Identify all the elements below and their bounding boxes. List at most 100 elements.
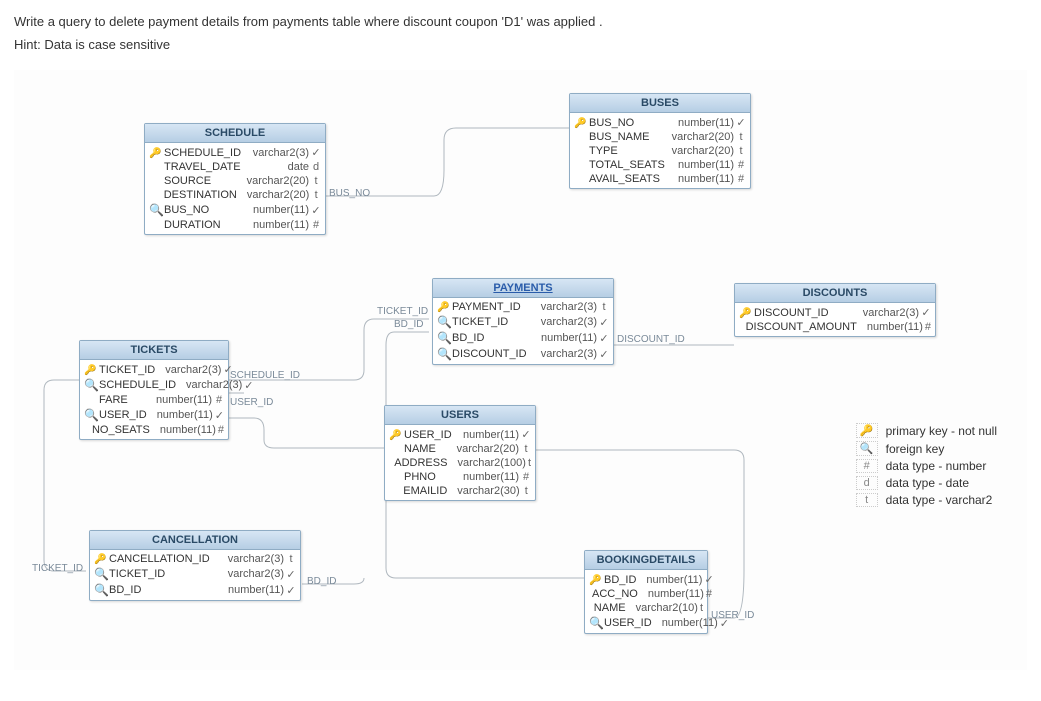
column-type: varchar2(20) (237, 189, 309, 201)
column-type: number(11) (668, 159, 734, 171)
legend-fk: foreign key (886, 442, 945, 456)
table-row: DISCOUNT_AMOUNTnumber(11)# (735, 320, 935, 334)
table-row: DURATIONnumber(11)# (145, 218, 325, 232)
table-row: SOURCEvarchar2(20)t (145, 174, 325, 188)
table-rows: 🔑SCHEDULE_IDvarchar2(3)✓TRAVEL_DATE dated… (145, 143, 325, 234)
column-flag: ✓ (311, 146, 321, 159)
table-row: 🔑DISCOUNT_IDvarchar2(3)✓ (735, 305, 935, 320)
column-flag: ✓ (599, 332, 609, 345)
table-rows: 🔑TICKET_IDvarchar2(3)✓🔍SCHEDULE_IDvarcha… (80, 360, 228, 439)
table-rows: 🔑BUS_NOnumber(11)✓BUS_NAMEvarchar2(20)tT… (570, 113, 750, 188)
column-name: USER_ID (404, 429, 452, 441)
column-type: number(11) (147, 409, 213, 421)
table-bookingdetails: BOOKINGDETAILS 🔑BD_IDnumber(11)✓ACC_NOnu… (584, 550, 708, 634)
column-type: varchar2(20) (662, 145, 734, 157)
table-rows: 🔑BD_IDnumber(11)✓ACC_NOnumber(11)#NAMEva… (585, 570, 707, 633)
key-icon: 🔑 (589, 574, 601, 586)
column-type: number(11) (146, 394, 212, 406)
column-type: number(11) (638, 588, 704, 600)
table-row: DESTINATIONvarchar2(20)t (145, 188, 325, 202)
table-rows: 🔑PAYMENT_ID varchar2(3)t🔍TICKET_IDvarchar… (433, 298, 613, 364)
column-flag: ✓ (311, 204, 321, 217)
table-header: BUSES (570, 94, 750, 113)
legend-date: data type - date (886, 476, 969, 490)
legend: 🔑primary key - not null 🔍foreign key #da… (856, 420, 997, 510)
column-name: BD_ID (604, 574, 636, 586)
column-type: varchar2(100) (447, 457, 525, 469)
column-flag: d (311, 161, 321, 173)
column-name: USER_ID (604, 617, 652, 629)
column-flag: ✓ (921, 306, 931, 319)
table-payments: PAYMENTS 🔑PAYMENT_ID varchar2(3)t🔍TICKET_… (432, 278, 614, 365)
column-flag: ✓ (599, 316, 609, 329)
table-row: TRAVEL_DATE dated (145, 160, 325, 174)
column-type: varchar2(3) (155, 364, 221, 376)
table-tickets: TICKETS 🔑TICKET_IDvarchar2(3)✓🔍SCHEDULE_… (79, 340, 229, 440)
column-name: NAME (404, 443, 436, 455)
table-header: USERS (385, 406, 535, 425)
table-row: 🔑USER_IDnumber(11)✓ (385, 427, 535, 442)
column-type: date (278, 161, 309, 173)
key-icon: 🔑 (94, 553, 106, 565)
column-flag: # (214, 394, 224, 406)
column-type: varchar2(20) (662, 131, 734, 143)
column-type: number(11) (218, 584, 284, 596)
column-type: varchar2(3) (243, 147, 309, 159)
column-flag: t (599, 301, 609, 313)
column-name: PAYMENT_ID (452, 301, 521, 313)
key-icon: 🔑 (437, 301, 449, 313)
magnifier-icon: 🔍 (437, 331, 449, 345)
column-name: BD_ID (109, 584, 141, 596)
column-type: varchar2(10) (626, 602, 698, 614)
column-type: number(11) (668, 173, 734, 185)
table-row: 🔑CANCELLATION_IDvarchar2(3)t (90, 552, 300, 566)
column-name: NO_SEATS (92, 424, 150, 436)
table-rows: 🔑USER_IDnumber(11)✓NAMEvarchar2(20)tADDR… (385, 425, 535, 500)
magnifier-icon: 🔍 (84, 378, 96, 392)
connector-label-bd-id-c: BD_ID (307, 576, 336, 587)
key-icon: 🔑 (149, 147, 161, 159)
column-type: number(11) (636, 574, 702, 586)
column-name: DESTINATION (164, 189, 237, 201)
column-type: number(11) (243, 204, 309, 216)
magnifier-icon: 🔍 (94, 567, 106, 581)
column-flag: # (311, 219, 321, 231)
connector-label-user-id: USER_ID (230, 397, 273, 408)
table-row: 🔍DISCOUNT_IDvarchar2(3)✓ (433, 346, 613, 362)
column-name: ACC_NO (592, 588, 638, 600)
table-row: ADDRESSvarchar2(100)t (385, 456, 535, 470)
table-row: 🔑PAYMENT_ID varchar2(3)t (433, 300, 613, 314)
table-row: FAREnumber(11)# (80, 393, 228, 407)
connector-label-discount-id: DISCOUNT_ID (617, 334, 685, 345)
column-name: TRAVEL_DATE (164, 161, 241, 173)
column-name: TYPE (589, 145, 618, 157)
table-discounts: DISCOUNTS 🔑DISCOUNT_IDvarchar2(3)✓DISCOU… (734, 283, 936, 337)
column-type: varchar2(3) (531, 301, 597, 313)
connector-label-ticket-id: TICKET_ID (377, 306, 428, 317)
column-flag: ✓ (286, 568, 296, 581)
key-icon: 🔑 (574, 117, 586, 129)
column-name: SOURCE (164, 175, 211, 187)
table-row: 🔍TICKET_IDvarchar2(3)✓ (433, 314, 613, 330)
column-type: varchar2(3) (531, 316, 597, 328)
hint-text: Hint: Data is case sensitive (14, 37, 1027, 52)
key-icon: 🔑 (739, 307, 751, 319)
column-flag: ✓ (521, 428, 531, 441)
table-header: DISCOUNTS (735, 284, 935, 303)
column-flag: t (736, 131, 746, 143)
column-flag: # (218, 424, 224, 436)
connector-label-ticket-id-c: TICKET_ID (32, 563, 83, 574)
table-row: EMAILIDvarchar2(30)t (385, 484, 535, 498)
column-type: varchar2(3) (218, 568, 284, 580)
table-buses: BUSES 🔑BUS_NOnumber(11)✓BUS_NAMEvarchar2… (569, 93, 751, 189)
table-row: NAMEvarchar2(10)t (585, 601, 707, 615)
table-row: 🔑SCHEDULE_IDvarchar2(3)✓ (145, 145, 325, 160)
table-row: 🔍BD_IDnumber(11)✓ (90, 582, 300, 598)
payments-link[interactable]: PAYMENTS (493, 282, 552, 294)
column-type: varchar2(20) (237, 175, 309, 187)
column-type: number(11) (531, 332, 597, 344)
column-type: varchar2(20) (447, 443, 519, 455)
column-type: number(11) (857, 321, 923, 333)
column-flag: # (736, 173, 746, 185)
table-row: NAMEvarchar2(20)t (385, 442, 535, 456)
